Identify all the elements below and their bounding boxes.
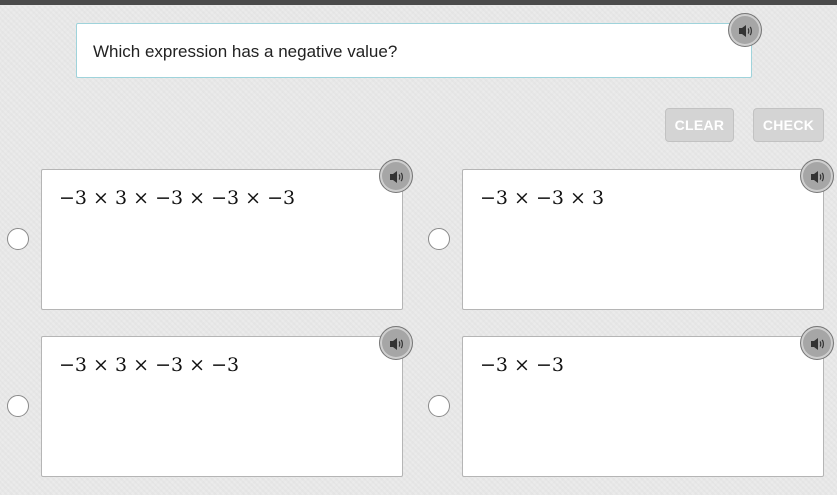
answer-option[interactable]: −3 × 3 × −3 × −3 (41, 336, 403, 477)
answer-option[interactable]: −3 × −3 (462, 336, 824, 477)
answer-option[interactable]: −3 × −3 × 3 (462, 169, 824, 310)
option-radio[interactable] (428, 395, 450, 417)
speaker-icon[interactable] (379, 326, 413, 360)
option-expression: −3 × 3 × −3 × −3 × −3 (59, 187, 296, 209)
question-prompt: Which expression has a negative value? (76, 23, 752, 78)
option-expression: −3 × −3 × 3 (480, 187, 605, 209)
answer-option[interactable]: −3 × 3 × −3 × −3 × −3 (41, 169, 403, 310)
check-button[interactable]: CHECK (753, 108, 824, 142)
clear-button[interactable]: CLEAR (665, 108, 734, 142)
top-bar (0, 0, 837, 5)
speaker-icon[interactable] (379, 159, 413, 193)
option-radio[interactable] (428, 228, 450, 250)
question-text: Which expression has a negative value? (93, 42, 398, 61)
speaker-icon[interactable] (800, 159, 834, 193)
option-radio[interactable] (7, 395, 29, 417)
option-expression: −3 × −3 (480, 354, 565, 376)
speaker-icon[interactable] (800, 326, 834, 360)
option-expression: −3 × 3 × −3 × −3 (59, 354, 240, 376)
option-radio[interactable] (7, 228, 29, 250)
speaker-icon[interactable] (728, 13, 762, 47)
